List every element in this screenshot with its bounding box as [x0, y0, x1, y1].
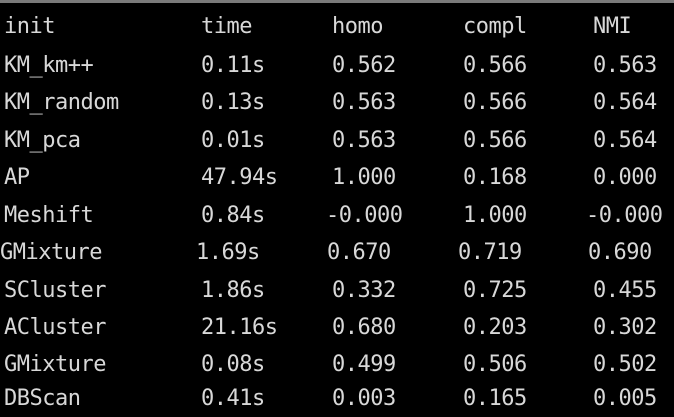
table-row: GMixture 1.69s 0.670 0.719 0.690 — [0, 234, 674, 272]
cell-homo: 0.680 — [332, 315, 396, 340]
cell-time: 0.08s — [201, 352, 265, 377]
table-row: KM_km++ 0.11s 0.562 0.566 0.563 — [0, 47, 674, 85]
cell-nmi: 0.000 — [593, 165, 657, 190]
cell-homo: 0.670 — [327, 240, 391, 265]
cell-compl: 0.566 — [463, 53, 527, 78]
cell-compl: 1.000 — [463, 203, 527, 228]
cell-homo: 0.499 — [332, 352, 396, 377]
cell-homo: 0.563 — [332, 128, 396, 153]
header-time: time — [201, 14, 252, 39]
cell-nmi: 0.563 — [593, 53, 657, 78]
cell-nmi: 0.690 — [588, 240, 652, 265]
table-row: SCluster 1.86s 0.332 0.725 0.455 — [0, 272, 674, 310]
cell-compl: 0.725 — [463, 278, 527, 303]
cell-time: 0.41s — [201, 386, 265, 411]
cell-time: 0.01s — [201, 128, 265, 153]
cell-init: Meshift — [4, 203, 94, 228]
cell-time: 0.13s — [201, 90, 265, 115]
header-homo: homo — [332, 14, 383, 39]
cell-homo: 0.003 — [332, 386, 396, 411]
cell-compl: 0.566 — [463, 90, 527, 115]
cell-nmi: 0.564 — [593, 90, 657, 115]
cell-homo: 0.563 — [332, 90, 396, 115]
cell-compl: 0.719 — [458, 240, 522, 265]
cell-homo: 0.332 — [332, 278, 396, 303]
table-header-row: init time homo compl NMI — [0, 10, 674, 48]
table-row: GMixture 0.08s 0.499 0.506 0.502 — [0, 346, 674, 384]
cell-init: GMixture — [0, 240, 102, 265]
table-row: KM_random 0.13s 0.563 0.566 0.564 — [0, 84, 674, 122]
cell-homo: 0.562 — [332, 53, 396, 78]
cell-nmi: -0.000 — [586, 203, 663, 228]
cell-homo: 1.000 — [332, 165, 396, 190]
cell-time: 21.16s — [201, 315, 278, 340]
header-compl: compl — [463, 14, 527, 39]
table-row: KM_pca 0.01s 0.563 0.566 0.564 — [0, 122, 674, 160]
cell-homo: -0.000 — [326, 203, 403, 228]
terminal-output: init time homo compl NMI KM_km++ 0.11s 0… — [0, 0, 674, 417]
cell-time: 1.86s — [201, 278, 265, 303]
cell-compl: 0.506 — [463, 352, 527, 377]
top-divider — [0, 0, 674, 3]
cell-nmi: 0.455 — [593, 278, 657, 303]
cell-compl: 0.165 — [463, 386, 527, 411]
cell-init: KM_pca — [4, 128, 81, 153]
table-row: Meshift 0.84s -0.000 1.000 -0.000 — [0, 197, 674, 235]
table-row: ACluster 21.16s 0.680 0.203 0.302 — [0, 309, 674, 347]
cell-nmi: 0.302 — [593, 315, 657, 340]
cell-init: DBScan — [4, 386, 81, 411]
header-init: init — [4, 14, 55, 39]
cell-nmi: 0.502 — [593, 352, 657, 377]
cell-nmi: 0.005 — [593, 386, 657, 411]
cell-init: KM_km++ — [4, 53, 94, 78]
cell-compl: 0.168 — [463, 165, 527, 190]
cell-init: KM_random — [4, 90, 119, 115]
cell-init: ACluster — [4, 315, 106, 340]
cell-init: AP — [4, 165, 30, 190]
cell-time: 0.84s — [201, 203, 265, 228]
table-row: DBScan 0.41s 0.003 0.165 0.005 — [0, 380, 674, 417]
table-row: AP 47.94s 1.000 0.168 0.000 — [0, 159, 674, 197]
cell-time: 0.11s — [201, 53, 265, 78]
header-nmi: NMI — [593, 14, 632, 39]
cell-compl: 0.566 — [463, 128, 527, 153]
cell-init: GMixture — [4, 352, 106, 377]
cell-init: SCluster — [4, 278, 106, 303]
cell-time: 1.69s — [196, 240, 260, 265]
cell-nmi: 0.564 — [593, 128, 657, 153]
cell-time: 47.94s — [201, 165, 278, 190]
cell-compl: 0.203 — [463, 315, 527, 340]
